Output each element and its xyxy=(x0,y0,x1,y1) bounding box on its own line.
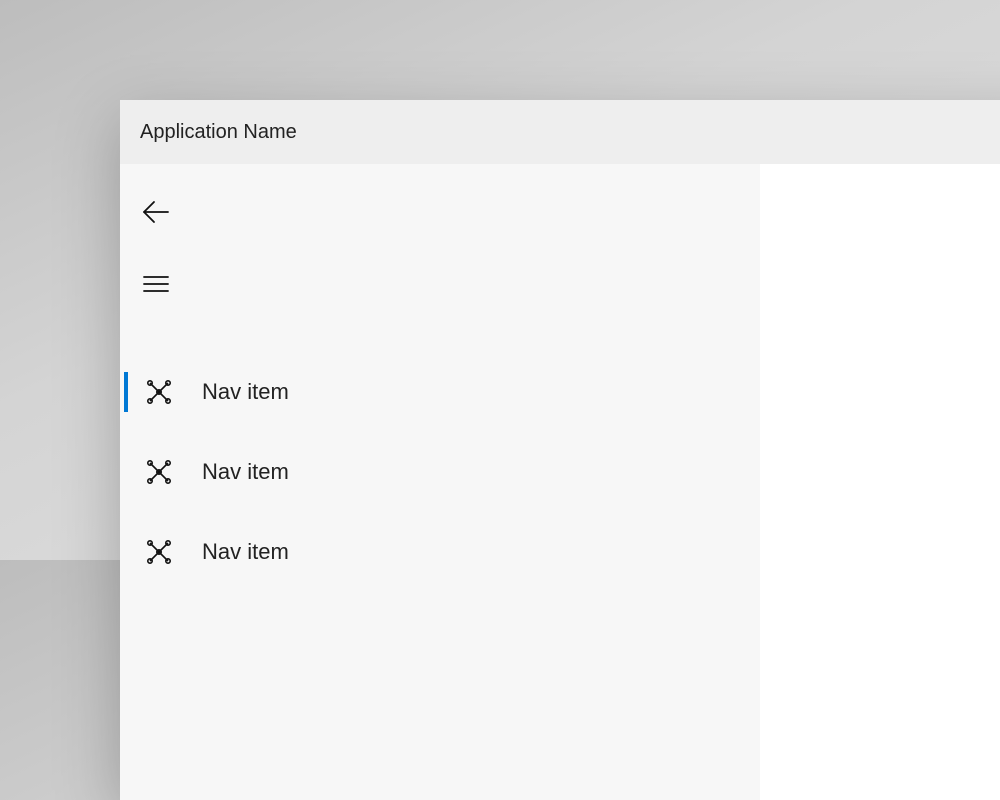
hamburger-icon xyxy=(141,269,171,299)
back-arrow-icon xyxy=(141,197,171,227)
nav-item-label: Nav item xyxy=(202,539,289,565)
app-window: Application Name xyxy=(120,100,1000,800)
content-pane xyxy=(760,164,1000,800)
nav-item-0[interactable]: Nav item xyxy=(120,352,760,432)
app-title: Application Name xyxy=(140,121,297,144)
navigation-pane: Nav item xyxy=(120,164,760,800)
hamburger-button[interactable] xyxy=(120,248,192,320)
selection-indicator xyxy=(124,372,128,412)
nav-item-1[interactable]: Nav item xyxy=(120,432,760,512)
nav-item-label: Nav item xyxy=(202,459,289,485)
nav-item-icon xyxy=(144,377,174,407)
spacer xyxy=(120,320,760,352)
nav-item-icon xyxy=(144,537,174,567)
selection-indicator xyxy=(124,452,128,492)
selection-indicator xyxy=(124,532,128,572)
nav-item-2[interactable]: Nav item xyxy=(120,512,760,592)
nav-item-icon xyxy=(144,457,174,487)
body-area: Nav item xyxy=(120,164,1000,800)
titlebar: Application Name xyxy=(120,100,1000,164)
nav-list: Nav item xyxy=(120,352,760,592)
back-button[interactable] xyxy=(120,176,192,248)
nav-item-label: Nav item xyxy=(202,379,289,405)
